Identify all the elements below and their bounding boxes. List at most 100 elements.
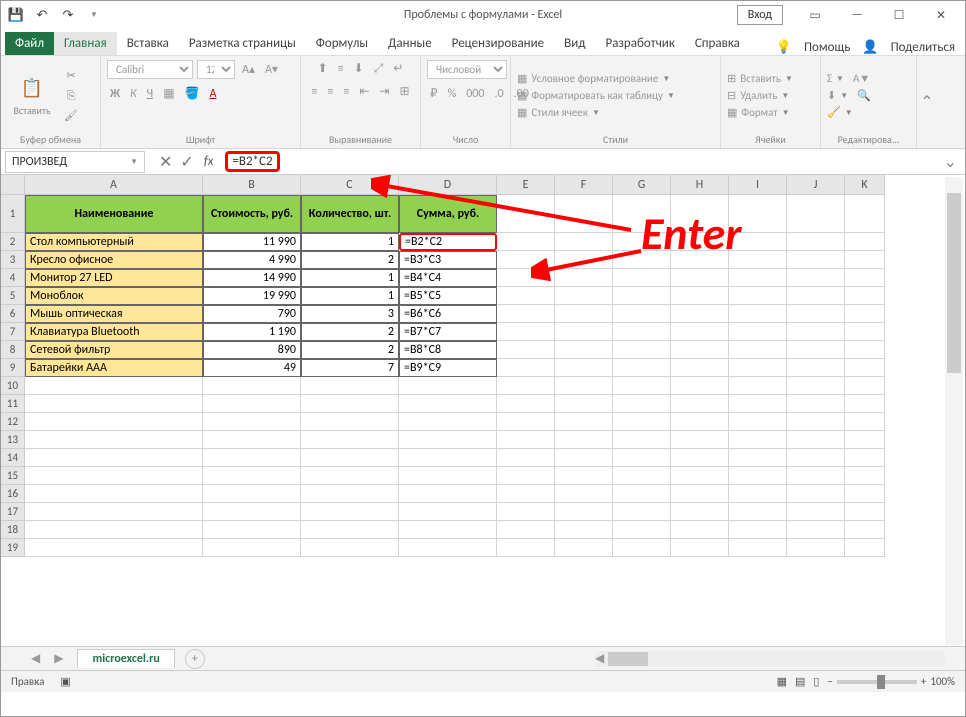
cell[interactable]	[555, 431, 613, 449]
cell[interactable]: 11 990	[203, 233, 301, 251]
new-sheet-button[interactable]: +	[185, 649, 205, 669]
border-icon[interactable]: ▦	[160, 85, 177, 102]
cell[interactable]	[497, 449, 555, 467]
cell[interactable]	[787, 233, 845, 251]
column-header[interactable]: H	[671, 175, 729, 195]
column-header[interactable]: G	[613, 175, 671, 195]
cell[interactable]	[613, 467, 671, 485]
row-header[interactable]: 3	[1, 251, 25, 269]
cell[interactable]	[613, 449, 671, 467]
conditional-formatting-button[interactable]: ▦Условное форматирование ▼	[517, 72, 675, 85]
cell[interactable]	[729, 485, 787, 503]
cell[interactable]	[787, 251, 845, 269]
cell[interactable]: Кресло офисное	[25, 251, 203, 269]
cell[interactable]	[787, 449, 845, 467]
cell[interactable]: 890	[203, 341, 301, 359]
tab-formulas[interactable]: Формулы	[306, 32, 378, 55]
cell[interactable]: =B7*C7	[399, 323, 497, 341]
cell[interactable]	[555, 467, 613, 485]
row-header[interactable]: 11	[1, 395, 25, 413]
minimize-icon[interactable]: —	[837, 4, 877, 26]
row-header[interactable]: 19	[1, 539, 25, 557]
cell[interactable]	[25, 449, 203, 467]
delete-cells-button[interactable]: ⊟Удалить ▼	[727, 89, 793, 102]
cell[interactable]	[787, 341, 845, 359]
cell[interactable]	[203, 521, 301, 539]
cell[interactable]	[555, 359, 613, 377]
cell[interactable]	[845, 431, 885, 449]
cell[interactable]	[845, 467, 885, 485]
increase-indent-icon[interactable]: ⇥	[376, 83, 392, 100]
cell[interactable]	[671, 539, 729, 557]
prev-sheet-icon[interactable]: ◀	[31, 651, 40, 666]
cell[interactable]	[671, 503, 729, 521]
cell[interactable]: =B8*C8	[399, 341, 497, 359]
italic-button[interactable]: К	[127, 86, 140, 102]
row-header[interactable]: 7	[1, 323, 25, 341]
cell[interactable]	[613, 521, 671, 539]
format-cells-button[interactable]: ▦Формат ▼	[727, 106, 793, 119]
zoom-slider[interactable]	[837, 680, 917, 684]
cell[interactable]	[399, 539, 497, 557]
cell[interactable]	[25, 395, 203, 413]
align-bottom-icon[interactable]: ⬇	[351, 60, 367, 77]
bold-button[interactable]: Ж	[107, 86, 123, 102]
cell[interactable]: =B6*C6	[399, 305, 497, 323]
cell[interactable]	[301, 521, 399, 539]
cell[interactable]	[613, 485, 671, 503]
cell[interactable]	[497, 503, 555, 521]
cell[interactable]	[845, 341, 885, 359]
expand-formula-bar-icon[interactable]: ⌄	[936, 152, 965, 172]
cell[interactable]	[613, 287, 671, 305]
tab-review[interactable]: Рецензирование	[442, 32, 554, 55]
sheet-tab[interactable]: microexcel.ru	[77, 649, 174, 668]
page-layout-view-icon[interactable]: ▤	[795, 675, 805, 688]
cell[interactable]	[301, 377, 399, 395]
cell[interactable]	[399, 413, 497, 431]
cell[interactable]	[613, 377, 671, 395]
login-button[interactable]: Вход	[737, 5, 783, 25]
cell[interactable]	[671, 377, 729, 395]
cell[interactable]: =B4*C4	[399, 269, 497, 287]
cell[interactable]	[555, 503, 613, 521]
tab-insert[interactable]: Вставка	[117, 32, 179, 55]
cell[interactable]: 1	[301, 269, 399, 287]
cell[interactable]	[555, 195, 613, 233]
cell[interactable]: Наименование	[25, 195, 203, 233]
align-left-icon[interactable]: ≡	[308, 84, 320, 100]
row-header[interactable]: 12	[1, 413, 25, 431]
fx-icon[interactable]: fx	[204, 154, 214, 169]
cell[interactable]	[729, 449, 787, 467]
cell[interactable]	[845, 413, 885, 431]
horizontal-scrollbar[interactable]: ◀	[595, 651, 945, 667]
cell[interactable]	[729, 341, 787, 359]
page-break-view-icon[interactable]: ▯	[813, 675, 819, 688]
paste-button[interactable]: 📋 Вставить	[7, 74, 57, 117]
wrap-text-icon[interactable]: ↵	[390, 60, 406, 77]
cell[interactable]	[787, 503, 845, 521]
cell[interactable]	[729, 395, 787, 413]
cell[interactable]	[671, 341, 729, 359]
cell[interactable]	[497, 359, 555, 377]
column-header[interactable]: C	[301, 175, 399, 195]
cell[interactable]: Монитор 27 LED	[25, 269, 203, 287]
tab-data[interactable]: Данные	[378, 32, 442, 55]
cell[interactable]	[845, 323, 885, 341]
cell[interactable]	[301, 395, 399, 413]
cell[interactable]	[497, 251, 555, 269]
cell[interactable]	[497, 195, 555, 233]
cell[interactable]	[25, 539, 203, 557]
number-format-select[interactable]: Числовой	[427, 60, 507, 79]
cell[interactable]: =B3*C3	[399, 251, 497, 269]
cell[interactable]: 3	[301, 305, 399, 323]
cell[interactable]	[845, 377, 885, 395]
cell[interactable]	[729, 287, 787, 305]
cell[interactable]	[555, 377, 613, 395]
cell[interactable]	[845, 503, 885, 521]
cell[interactable]	[613, 305, 671, 323]
cell[interactable]	[787, 413, 845, 431]
cell[interactable]	[25, 521, 203, 539]
format-as-table-button[interactable]: ▦Форматировать как таблицу ▼	[517, 89, 675, 102]
cell[interactable]	[203, 467, 301, 485]
cell[interactable]	[729, 413, 787, 431]
